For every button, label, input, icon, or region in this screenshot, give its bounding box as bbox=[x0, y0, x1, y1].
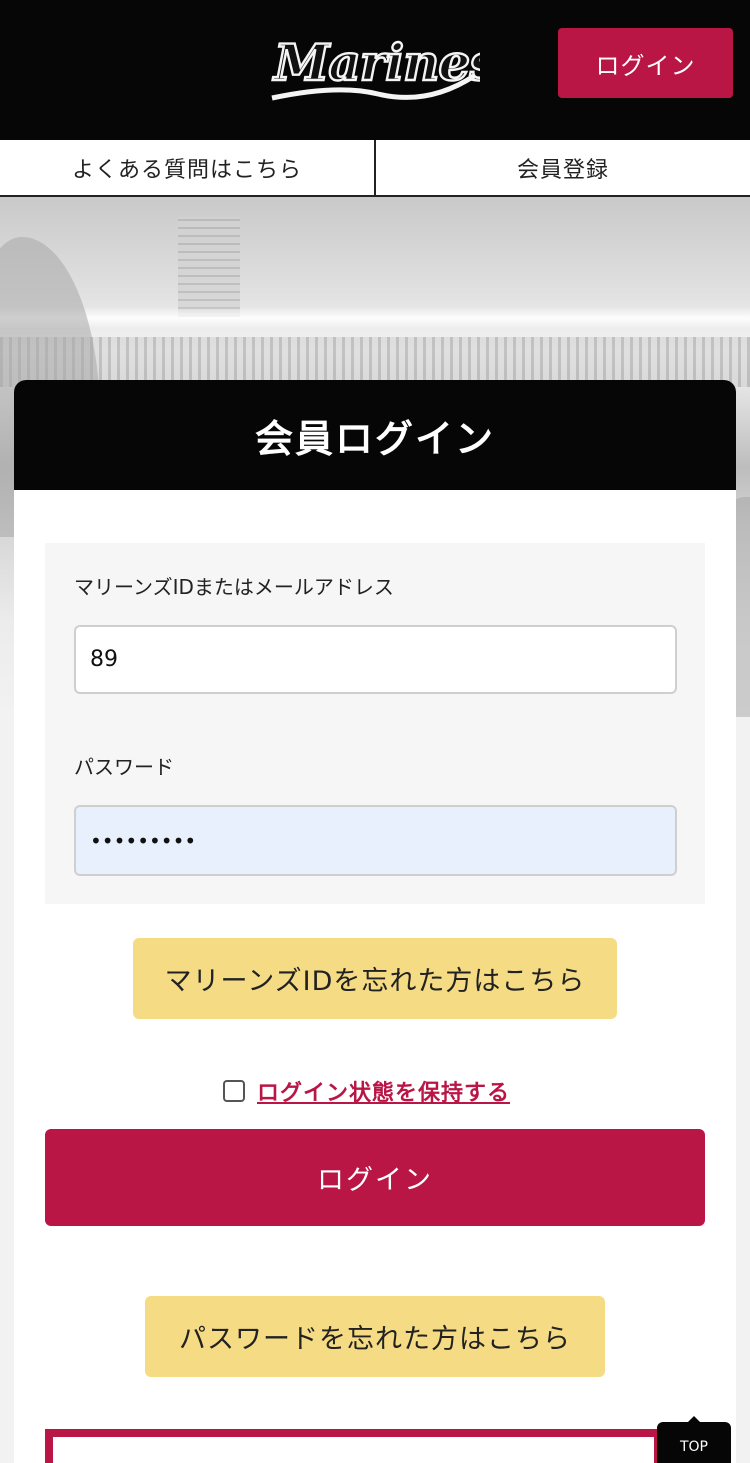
forgot-password-button[interactable]: パスワードを忘れた方はこちら bbox=[145, 1296, 605, 1377]
marines-logo[interactable]: Marines bbox=[268, 24, 480, 112]
marines-id-input[interactable] bbox=[74, 625, 677, 694]
back-to-top-button[interactable]: TOP bbox=[657, 1416, 731, 1463]
login-form: マリーンズIDまたはメールアドレス パスワード bbox=[45, 543, 705, 904]
remember-login: ログイン状態を保持する bbox=[223, 1071, 510, 1111]
sub-navigation: よくある質問はこちら 会員登録 bbox=[0, 140, 750, 197]
remember-link[interactable]: ログイン状態を保持する bbox=[257, 1075, 510, 1107]
site-header: Marines ログイン bbox=[0, 0, 750, 140]
back-to-top-label: TOP bbox=[679, 1439, 708, 1455]
id-field-label: マリーンズIDまたはメールアドレス bbox=[74, 575, 394, 599]
password-input[interactable] bbox=[74, 805, 677, 876]
login-submit-button[interactable]: ログイン bbox=[45, 1129, 705, 1226]
faq-link[interactable]: よくある質問はこちら bbox=[0, 140, 374, 195]
login-card-title: 会員ログイン bbox=[14, 380, 736, 490]
header-login-button[interactable]: ログイン bbox=[558, 28, 733, 98]
password-field-label: パスワード bbox=[74, 755, 174, 779]
forgot-id-button[interactable]: マリーンズIDを忘れた方はこちら bbox=[133, 938, 617, 1019]
login-card: 会員ログイン マリーンズIDまたはメールアドレス パスワード マリーンズIDを忘… bbox=[14, 380, 736, 1463]
hero-stadium-lights bbox=[0, 307, 750, 329]
bottom-bordered-box bbox=[45, 1429, 662, 1463]
hero-tower bbox=[178, 217, 240, 317]
remember-checkbox[interactable] bbox=[223, 1080, 245, 1102]
svg-text:Marines: Marines bbox=[272, 33, 480, 92]
caret-up-icon bbox=[688, 1416, 700, 1422]
register-link[interactable]: 会員登録 bbox=[374, 140, 750, 195]
